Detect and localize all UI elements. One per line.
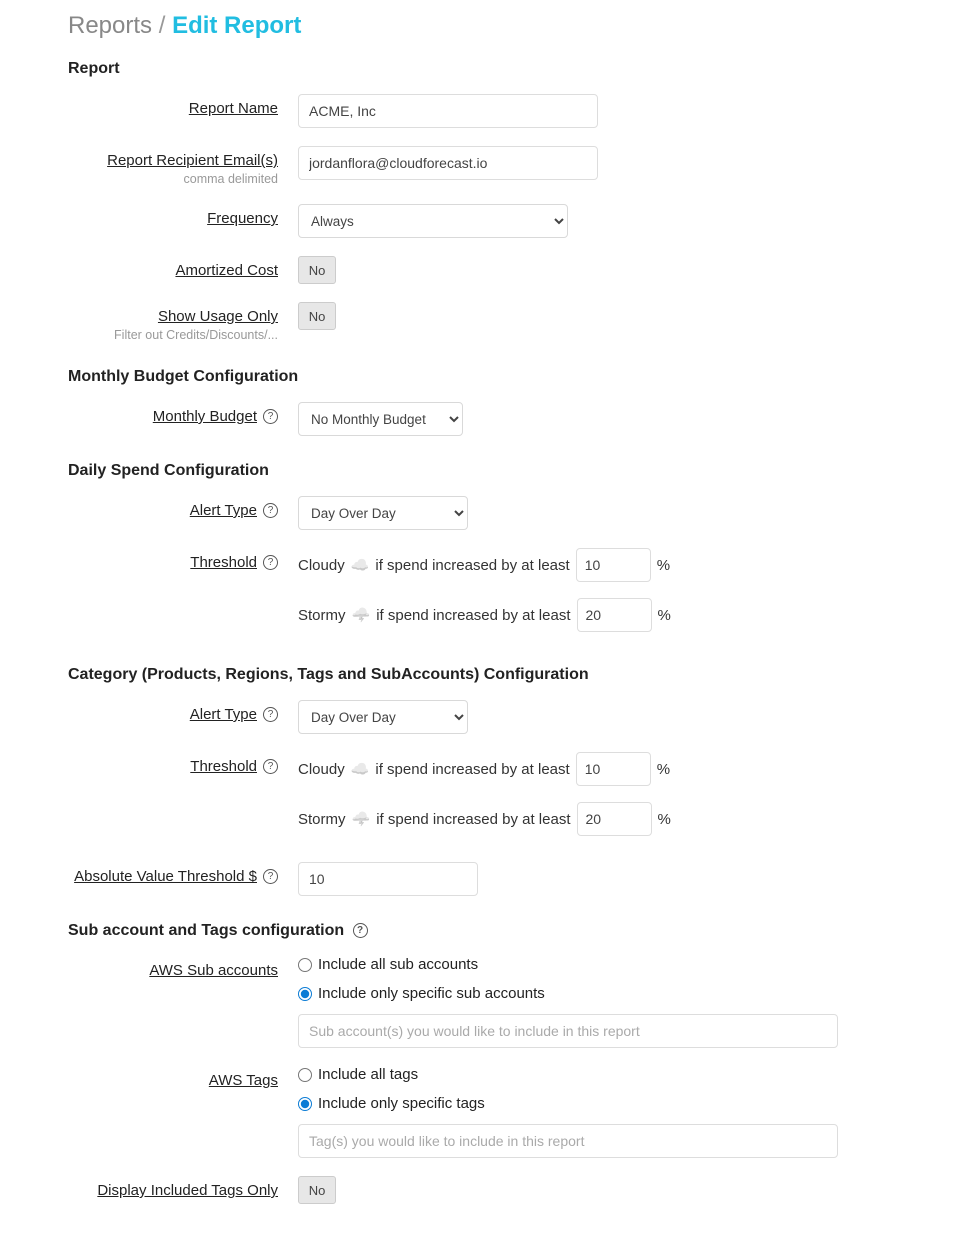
label-daily-threshold: Threshold xyxy=(190,554,257,571)
label-monthly-budget: Monthly Budget xyxy=(153,408,257,425)
pct-sign: % xyxy=(657,761,670,778)
label-usage-only: Show Usage Only xyxy=(158,308,278,325)
section-monthly-title: Monthly Budget Configuration xyxy=(68,368,905,386)
threshold-suffix: if spend increased by at least xyxy=(376,811,570,828)
category-cloudy-input[interactable] xyxy=(576,752,651,786)
breadcrumb-current: Edit Report xyxy=(172,12,301,39)
help-icon[interactable] xyxy=(263,707,278,722)
help-icon[interactable] xyxy=(263,503,278,518)
label-usage-only-sub: Filter out Credits/Discounts/... xyxy=(68,328,278,342)
section-subtags-label: Sub account and Tags configuration xyxy=(68,922,344,939)
tags-input[interactable] xyxy=(298,1124,838,1158)
recipient-emails-input[interactable] xyxy=(298,146,598,180)
breadcrumb: Reports / Edit Report xyxy=(68,12,905,40)
radio-sub-all-input[interactable] xyxy=(298,958,312,972)
label-report-name: Report Name xyxy=(189,100,278,117)
radio-sub-all[interactable]: Include all sub accounts xyxy=(298,956,905,973)
section-subtags-title: Sub account and Tags configuration xyxy=(68,922,905,940)
absolute-value-input[interactable] xyxy=(298,862,478,896)
daily-cloudy-input[interactable] xyxy=(576,548,651,582)
label-recipient-sub: comma delimited xyxy=(68,172,278,186)
threshold-suffix: if spend increased by at least xyxy=(375,761,569,778)
label-display-tags: Display Included Tags Only xyxy=(97,1182,278,1199)
category-stormy-input[interactable] xyxy=(577,802,652,836)
frequency-select[interactable]: Always xyxy=(298,204,568,238)
sub-accounts-input[interactable] xyxy=(298,1014,838,1048)
radio-sub-specific-label: Include only specific sub accounts xyxy=(318,985,545,1002)
monthly-budget-select[interactable]: No Monthly Budget xyxy=(298,402,463,436)
breadcrumb-sep: / xyxy=(152,12,172,39)
pct-sign: % xyxy=(658,607,671,624)
radio-sub-all-label: Include all sub accounts xyxy=(318,956,478,973)
section-category-title: Category (Products, Regions, Tags and Su… xyxy=(68,666,905,684)
threshold-stormy-prefix: Stormy xyxy=(298,607,346,624)
radio-tags-specific-label: Include only specific tags xyxy=(318,1095,485,1112)
radio-tags-all[interactable]: Include all tags xyxy=(298,1066,905,1083)
label-aws-sub: AWS Sub accounts xyxy=(149,962,278,979)
storm-icon: 🌩️ xyxy=(352,606,371,624)
help-icon[interactable] xyxy=(263,869,278,884)
radio-tags-specific[interactable]: Include only specific tags xyxy=(298,1095,905,1112)
radio-tags-all-input[interactable] xyxy=(298,1068,312,1082)
daily-stormy-input[interactable] xyxy=(577,598,652,632)
label-frequency: Frequency xyxy=(207,210,278,227)
category-alert-type-select[interactable]: Day Over Day xyxy=(298,700,468,734)
cloud-icon: ☁️ xyxy=(351,556,370,574)
label-abs-value: Absolute Value Threshold $ xyxy=(74,868,257,885)
help-icon[interactable] xyxy=(263,759,278,774)
label-daily-alert-type: Alert Type xyxy=(190,502,257,519)
radio-tags-all-label: Include all tags xyxy=(318,1066,418,1083)
daily-alert-type-select[interactable]: Day Over Day xyxy=(298,496,468,530)
amortized-toggle[interactable]: No xyxy=(298,256,336,284)
help-icon[interactable] xyxy=(263,555,278,570)
threshold-suffix: if spend increased by at least xyxy=(375,557,569,574)
help-icon[interactable] xyxy=(263,409,278,424)
radio-sub-specific-input[interactable] xyxy=(298,987,312,1001)
label-amortized: Amortized Cost xyxy=(175,262,278,279)
pct-sign: % xyxy=(657,557,670,574)
threshold-cloudy-prefix: Cloudy xyxy=(298,557,345,574)
cloud-icon: ☁️ xyxy=(351,760,370,778)
threshold-suffix: if spend increased by at least xyxy=(376,607,570,624)
usage-only-toggle[interactable]: No xyxy=(298,302,336,330)
radio-tags-specific-input[interactable] xyxy=(298,1097,312,1111)
help-icon[interactable] xyxy=(353,923,368,938)
label-cat-alert-type: Alert Type xyxy=(190,706,257,723)
threshold-cloudy-prefix: Cloudy xyxy=(298,761,345,778)
storm-icon: 🌩️ xyxy=(352,810,371,828)
radio-sub-specific[interactable]: Include only specific sub accounts xyxy=(298,985,905,1002)
section-report-title: Report xyxy=(68,60,905,78)
threshold-stormy-prefix: Stormy xyxy=(298,811,346,828)
label-recipient: Report Recipient Email(s) xyxy=(107,152,278,169)
report-name-input[interactable] xyxy=(298,94,598,128)
breadcrumb-parent[interactable]: Reports xyxy=(68,12,152,39)
section-daily-title: Daily Spend Configuration xyxy=(68,462,905,480)
label-cat-threshold: Threshold xyxy=(190,758,257,775)
pct-sign: % xyxy=(658,811,671,828)
display-tags-toggle[interactable]: No xyxy=(298,1176,336,1204)
